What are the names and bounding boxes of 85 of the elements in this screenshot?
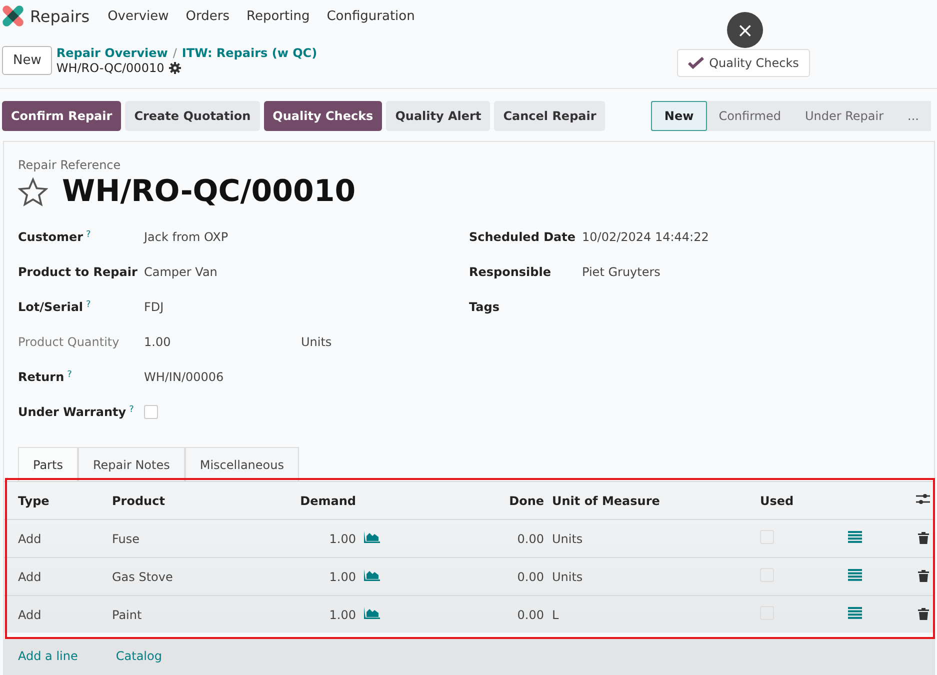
field-value[interactable]: 1.00 [144,334,301,348]
table-cell: Add [4,596,108,633]
field-label: Lot/Serial [18,300,84,314]
table-cell: 0.00 [500,520,548,558]
field-value[interactable]: WH/IN/00006 [144,370,224,384]
menu-item[interactable]: Overview [108,8,169,24]
table-cell: 0.00 [500,596,548,633]
tab[interactable]: Miscellaneous [184,447,299,481]
checkbox[interactable] [144,404,158,418]
help-marker[interactable]: ? [67,370,72,380]
status-stage[interactable]: Under Repair [792,101,896,131]
field-label: Return [18,370,64,384]
tab[interactable]: Parts [18,447,78,481]
field-label: Product to Repair [18,264,138,278]
forecast-chart-icon[interactable] [364,531,380,543]
status-stage[interactable]: Confirmed [706,101,793,131]
table-cell: Fuse [108,520,252,558]
action-button[interactable]: Create Quotation [125,101,260,131]
help-marker[interactable]: ? [86,230,91,240]
action-button[interactable]: Cancel Repair [494,101,606,131]
table-cell: 0.00 [500,558,548,596]
field-value[interactable]: Camper Van [144,264,218,278]
help-marker[interactable]: ? [86,300,91,310]
star-icon[interactable] [18,176,48,206]
field-value[interactable]: Piet Gruyters [582,264,660,278]
tab[interactable]: Repair Notes [78,447,185,481]
forecast-chart-icon[interactable] [364,607,380,619]
trash-icon[interactable] [918,606,928,620]
field-value[interactable]: Jack from OXP [144,230,228,244]
trash-icon[interactable] [918,530,928,544]
column-header[interactable]: Done [500,482,548,520]
menu-item[interactable]: Configuration [326,8,415,24]
field-label: Tags [469,300,500,314]
quality-checks-button[interactable]: Quality Checks [677,49,810,77]
action-button[interactable]: Quality Alert [386,101,490,131]
trash-icon[interactable] [918,568,928,582]
table-cell: 1.00 [252,596,360,633]
column-settings-icon[interactable] [916,493,930,505]
menu-item[interactable]: Orders [186,8,230,24]
table-cell: Units [548,558,756,596]
table-cell: L [548,596,756,633]
field-label: Under Warranty [18,404,126,418]
column-header[interactable]: Type [4,482,108,520]
menu-item[interactable]: Reporting [246,8,310,24]
field-value[interactable]: 10/02/2024 14:44:22 [582,230,709,244]
field-value[interactable]: FDJ [144,300,164,314]
new-button[interactable]: New [2,46,52,74]
settings-icon[interactable] [169,62,182,74]
add-link[interactable]: Add a line [18,649,78,675]
status-stage[interactable]: New [651,101,707,131]
column-header[interactable]: Unit of Measure [548,482,756,520]
table-cell: 1.00 [252,520,360,558]
record-title: WH/RO-QC/00010 [62,174,356,209]
forecast-chart-icon[interactable] [364,569,380,581]
list-icon[interactable] [848,531,862,543]
add-link[interactable]: Catalog [116,649,162,675]
action-button[interactable]: Quality Checks [264,101,382,131]
table-cell: Add [4,558,108,596]
column-header[interactable]: Demand [252,482,360,520]
breadcrumb-separator: / [172,46,177,60]
list-icon[interactable] [848,569,862,581]
field-label: Product Quantity [18,334,120,348]
table-cell: Units [548,520,756,558]
field-label: Scheduled Date [469,230,576,244]
table-cell: Gas Stove [108,558,252,596]
breadcrumb-link[interactable]: ITW: Repairs (w QC) [182,46,318,60]
field-label: Responsible [469,264,551,278]
table-cell: Paint [108,596,252,633]
column-header[interactable]: Used [756,482,844,520]
status-stage[interactable]: ... [896,101,931,131]
field-label: Repair Reference [18,158,122,172]
table-cell: 1.00 [252,558,360,596]
app-logo-icon[interactable] [2,5,24,27]
check-icon [688,57,704,69]
action-button[interactable]: Confirm Repair [2,101,122,131]
app-name[interactable]: Repairs [30,6,90,26]
unit-value[interactable]: Units [301,334,332,348]
record-name: WH/RO-QC/00010 [56,60,164,74]
field-label: Customer [18,230,84,244]
column-header[interactable]: Product [108,482,252,520]
table-cell: Add [4,520,108,558]
breadcrumb-link[interactable]: Repair Overview [56,46,168,60]
close-button[interactable]: × [727,12,764,48]
help-marker[interactable]: ? [129,404,134,414]
list-icon[interactable] [848,607,862,619]
